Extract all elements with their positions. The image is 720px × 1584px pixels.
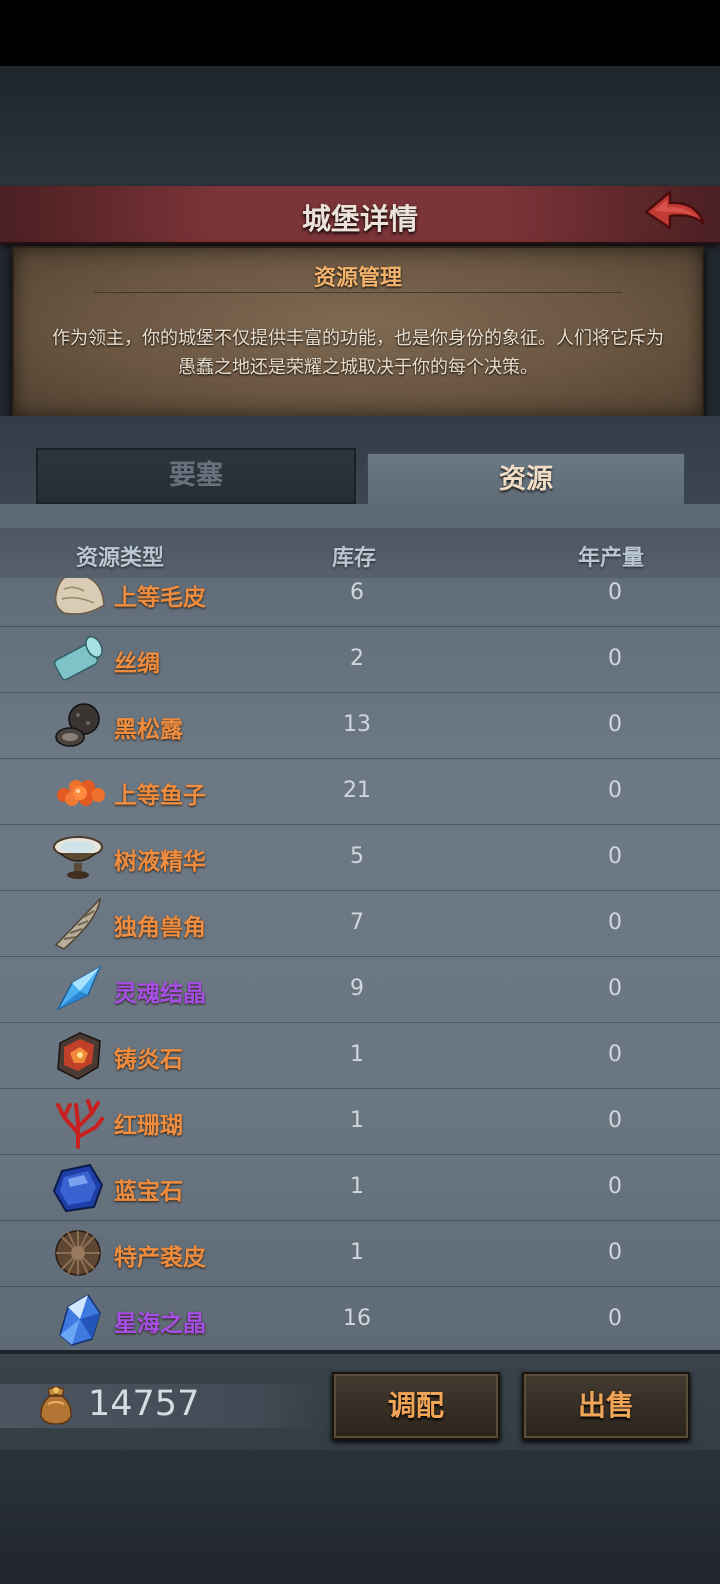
resource-name: 独角兽角	[114, 915, 206, 941]
caviar-icon	[57, 780, 105, 806]
resource-row[interactable]: 丝绸 2 0	[0, 626, 720, 693]
gold-amount: 14757	[88, 1384, 200, 1424]
resource-stock: 6	[350, 580, 364, 605]
header-type: 资源类型	[76, 546, 165, 571]
fur-icon	[54, 578, 105, 615]
resource-row[interactable]: 铸炎石 1 0	[0, 1022, 720, 1089]
resource-yearly: 0	[608, 1306, 622, 1331]
resource-stock: 21	[343, 778, 371, 803]
unicorn-horn-icon	[54, 896, 101, 950]
resource-name: 灵魂结晶	[114, 981, 206, 1007]
resource-name: 上等鱼子	[114, 783, 206, 809]
resource-row[interactable]: 灵魂结晶 9 0	[0, 956, 720, 1023]
resource-yearly: 0	[608, 1240, 622, 1265]
resource-name: 黑松露	[114, 717, 183, 743]
resource-yearly: 0	[608, 910, 622, 935]
silk-icon	[53, 635, 103, 681]
resource-stock: 7	[350, 910, 364, 935]
gold-sack-icon	[40, 1386, 72, 1425]
soul-crystal-icon	[56, 965, 102, 1011]
resource-name: 铸炎石	[114, 1047, 183, 1073]
resource-stock: 16	[343, 1306, 371, 1331]
resource-name: 红珊瑚	[114, 1113, 183, 1139]
resource-yearly: 0	[608, 778, 622, 803]
header-stock: 库存	[332, 546, 377, 571]
resource-name: 上等毛皮	[114, 585, 206, 611]
allocate-button[interactable]: 调配	[332, 1372, 500, 1440]
resource-row[interactable]: 星海之晶 16 0	[0, 1286, 720, 1350]
resource-yearly: 0	[608, 844, 622, 869]
resource-stock: 9	[350, 976, 364, 1001]
back-arrow-icon	[644, 190, 706, 230]
resource-yearly: 0	[608, 646, 622, 671]
resource-row[interactable]: 蓝宝石 1 0	[0, 1154, 720, 1221]
back-button[interactable]	[640, 186, 712, 242]
sap-essence-icon	[53, 836, 103, 879]
resource-yearly: 0	[608, 1042, 622, 1067]
sell-button[interactable]: 出售	[522, 1372, 690, 1440]
resource-stock: 2	[350, 646, 364, 671]
resource-stock: 1	[350, 1174, 364, 1199]
resource-name: 丝绸	[114, 651, 160, 677]
title-bar: 城堡详情	[0, 186, 720, 244]
resource-name: 星海之晶	[114, 1311, 206, 1337]
page-title: 城堡详情	[301, 202, 418, 236]
info-title: 资源管理	[313, 266, 402, 291]
divider	[94, 292, 622, 293]
resource-row[interactable]: 独角兽角 7 0	[0, 890, 720, 957]
resource-stock: 1	[350, 1108, 364, 1133]
info-text: 作为领主，你的城堡不仅提供丰富的功能，也是你身份的象征。人们将它斥为愚蠢之地还是…	[52, 328, 664, 378]
resource-yearly: 0	[608, 976, 622, 1001]
resource-name: 特产裘皮	[114, 1245, 206, 1271]
resource-yearly: 0	[608, 1174, 622, 1199]
resource-yearly: 0	[608, 712, 622, 737]
header-yearly: 年产量	[578, 546, 645, 571]
resource-list[interactable]: 上等毛皮 6 0 丝绸 2 0 黑松露 13 0 上等鱼子 21 0 树液精华 5 0 独角兽角 7 0 灵魂结晶 9…	[0, 578, 720, 1350]
resource-row[interactable]: 特产裘皮 1 0	[0, 1220, 720, 1287]
star-sea-crystal-icon	[59, 1293, 101, 1346]
resource-row[interactable]: 红珊瑚 1 0	[0, 1088, 720, 1155]
status-bar	[0, 0, 720, 66]
truffle-icon	[55, 703, 100, 747]
resource-stock: 1	[350, 1240, 364, 1265]
info-panel: 资源管理 作为领主，你的城堡不仅提供丰富的功能，也是你身份的象征。人们将它斥为愚…	[12, 246, 704, 418]
resource-stock: 1	[350, 1042, 364, 1067]
red-coral-icon	[56, 1099, 104, 1149]
resource-name: 树液精华	[114, 849, 206, 875]
resource-row[interactable]: 黑松露 13 0	[0, 692, 720, 759]
resource-stock: 5	[350, 844, 364, 869]
resource-name: 蓝宝石	[114, 1179, 183, 1205]
sapphire-icon	[52, 1163, 104, 1213]
resource-panel: 资源类型 库存 年产量 上等毛皮 6 0 丝绸 2 0 黑松露 13 0 上等鱼子 21 0 树液精华 5…	[0, 504, 720, 1350]
table-header: 资源类型 库存 年产量	[0, 528, 720, 578]
resource-stock: 13	[343, 712, 371, 737]
tab-resources[interactable]: 资源	[366, 452, 686, 506]
tab-fortress[interactable]: 要塞	[36, 448, 356, 504]
resource-row[interactable]: 树液精华 5 0	[0, 824, 720, 891]
bottom-bar: 14757 调配 出售	[0, 1350, 720, 1454]
special-pelt-icon	[55, 1230, 101, 1276]
resource-row[interactable]: 上等毛皮 6 0	[0, 578, 720, 627]
bottom-background	[0, 1450, 720, 1584]
resource-yearly: 0	[608, 580, 622, 605]
flame-stone-icon	[57, 1032, 101, 1080]
resource-row[interactable]: 上等鱼子 21 0	[0, 758, 720, 825]
top-background	[0, 66, 720, 186]
resource-yearly: 0	[608, 1108, 622, 1133]
